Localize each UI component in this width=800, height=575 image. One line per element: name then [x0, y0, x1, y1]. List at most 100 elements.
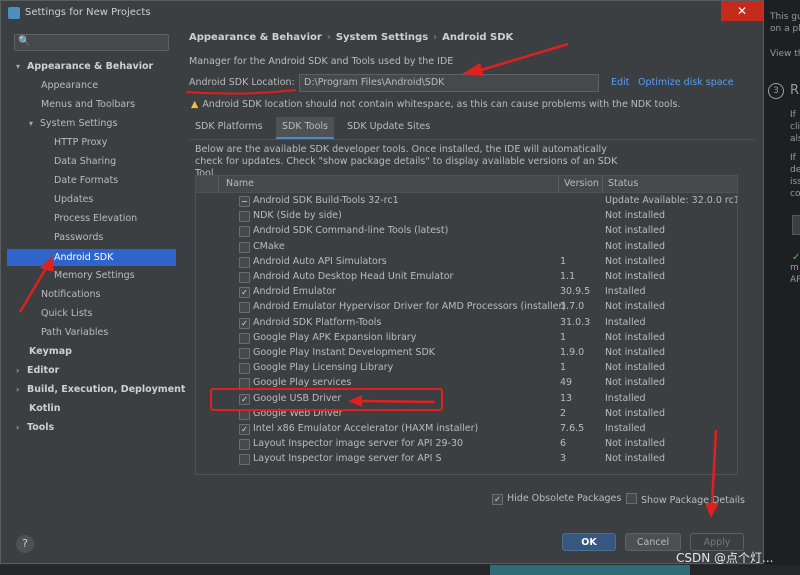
row-version: 1.9.0	[560, 347, 585, 358]
row-checkbox[interactable]	[239, 363, 250, 375]
sidebar-item-updates[interactable]: Updates	[54, 191, 93, 208]
close-button[interactable]: ✕	[721, 1, 763, 21]
checkbox-box: ✓	[492, 494, 503, 505]
table-row[interactable]: Android Auto Desktop Head Unit Emulator 1…	[196, 270, 737, 285]
row-checkbox[interactable]	[239, 302, 250, 314]
row-version: 3	[560, 453, 567, 465]
sidebar-item-keymap[interactable]: Keymap	[29, 343, 72, 360]
row-name: Google Play Licensing Library	[253, 362, 394, 374]
optimize-disk-space-link[interactable]: Optimize disk space	[638, 77, 734, 88]
row-checkbox[interactable]: ✓	[239, 287, 250, 299]
chevron-down-icon: ▾	[16, 62, 21, 71]
table-row[interactable]: ✓ Android SDK Platform-Tools 31.0.3 Install…	[196, 316, 737, 331]
sidebar-item-build-execution-deployment[interactable]: › Build, Execution, Deployment	[16, 381, 185, 398]
sidebar-item-editor[interactable]: › Editor	[16, 362, 59, 379]
row-status: Not installed	[605, 407, 665, 419]
table-row[interactable]: NDK (Side by side) Not installed	[196, 209, 737, 224]
tab-sdk-tools[interactable]: SDK Tools	[276, 117, 334, 139]
sidebar-item-appearance[interactable]: Appearance	[41, 77, 98, 94]
table-row[interactable]: Android SDK Command-line Tools (latest) N…	[196, 224, 737, 239]
column-divider	[558, 176, 559, 192]
table-row[interactable]: Layout Inspector image server for API S 3…	[196, 452, 737, 467]
sidebar-item-tools[interactable]: › Tools	[16, 419, 54, 436]
whitespace-warning: ▲ Android SDK location should not contain…	[191, 99, 680, 110]
sidebar-item-path-variables[interactable]: Path Variables	[41, 324, 108, 341]
table-row[interactable]: Google Web Driver 2 Not installed	[196, 407, 737, 422]
chevron-right-icon: ›	[16, 385, 20, 394]
app-icon	[8, 7, 20, 19]
row-name: Google Play Instant Development SDK	[253, 347, 435, 358]
row-version: 1	[560, 255, 567, 267]
sidebar-item-notifications[interactable]: Notifications	[41, 286, 100, 303]
column-header-status[interactable]: Status	[608, 178, 638, 189]
sidebar-item-passwords[interactable]: Passwords	[54, 229, 103, 246]
row-checkbox[interactable]	[239, 226, 250, 238]
row-status: Not installed	[605, 362, 665, 374]
table-row[interactable]: CMake Not installed	[196, 240, 737, 255]
search-input[interactable]: 🔍	[14, 34, 169, 51]
row-checkbox[interactable]	[239, 439, 250, 451]
sidebar-item-data-sharing[interactable]: Data Sharing	[54, 153, 116, 170]
sidebar-item-system-settings[interactable]: ▾ System Settings	[29, 115, 117, 132]
breadcrumb-item[interactable]: System Settings	[336, 32, 428, 43]
sidebar-item-kotlin[interactable]: Kotlin	[29, 400, 61, 417]
table-row[interactable]: Google Play services 49 Not installed	[196, 376, 737, 391]
table-row[interactable]: ✓ Intel x86 Emulator Accelerator (HAXM in…	[196, 422, 737, 437]
row-checkbox[interactable]	[239, 211, 250, 223]
sidebar-item-label: Build, Execution, Deployment	[27, 384, 186, 395]
sdk-location-label: Android SDK Location:	[189, 77, 295, 88]
sidebar-item-quick-lists[interactable]: Quick Lists	[41, 305, 92, 322]
row-checkbox[interactable]	[239, 241, 250, 253]
row-version: 13	[560, 392, 573, 404]
show-package-details-checkbox[interactable]: Show Package Details	[626, 493, 745, 506]
row-checkbox[interactable]: ✓	[239, 317, 250, 329]
table-row[interactable]: − Android SDK Build-Tools 32-rc1 Update Av…	[196, 194, 737, 209]
table-row[interactable]: Android Auto API Simulators 1 Not installe…	[196, 255, 737, 270]
tab-divider	[189, 139, 755, 140]
table-header: Name Version Status	[196, 176, 737, 193]
bg-text: R	[790, 83, 800, 98]
sidebar-item-appearance-behavior[interactable]: ▾ Appearance & Behavior	[16, 58, 153, 75]
sidebar-item-process-elevation[interactable]: Process Elevation	[54, 210, 137, 227]
sidebar-item-menus-toolbars[interactable]: Menus and Toolbars	[41, 96, 135, 113]
table-row[interactable]: Android Emulator Hypervisor Driver for A…	[196, 300, 737, 315]
tab-sdk-platforms[interactable]: SDK Platforms	[189, 117, 269, 139]
row-version: 6	[560, 438, 567, 450]
tab-sdk-update-sites[interactable]: SDK Update Sites	[341, 117, 436, 139]
table-row[interactable]: Google Play APK Expansion library 1 Not in…	[196, 331, 737, 346]
bg-text: If	[790, 110, 796, 120]
row-status: Installed	[605, 286, 646, 298]
help-button[interactable]: ?	[16, 535, 34, 553]
ok-button[interactable]: OK	[562, 533, 616, 551]
sidebar-item-http-proxy[interactable]: HTTP Proxy	[54, 134, 107, 151]
column-header-name[interactable]: Name	[226, 178, 254, 189]
row-checkbox[interactable]	[239, 408, 250, 420]
cancel-button[interactable]: Cancel	[625, 533, 681, 551]
row-checkbox[interactable]: ✓	[239, 393, 250, 405]
sidebar-item-android-sdk[interactable]: Android SDK	[7, 249, 176, 266]
row-checkbox[interactable]	[239, 454, 250, 466]
table-row[interactable]: Layout Inspector image server for API 29…	[196, 437, 737, 452]
row-checkbox[interactable]	[239, 332, 250, 344]
row-checkbox[interactable]	[239, 378, 250, 390]
table-row[interactable]: ✓ Android Emulator 30.9.5 Installed	[196, 285, 737, 300]
sidebar-item-memory-settings[interactable]: Memory Settings	[54, 267, 135, 284]
sidebar-item-date-formats[interactable]: Date Formats	[54, 172, 118, 189]
sidebar-item-label: Editor	[27, 365, 60, 376]
row-checkbox[interactable]: −	[239, 196, 250, 207]
hide-obsolete-checkbox[interactable]: ✓ Hide Obsolete Packages	[492, 493, 621, 505]
table-row[interactable]: ✓ Google USB Driver 13 Installed	[196, 392, 737, 407]
row-checkbox[interactable]	[239, 256, 250, 268]
row-checkbox[interactable]	[239, 348, 250, 359]
table-row[interactable]: Google Play Licensing Library 1 Not instal…	[196, 361, 737, 376]
row-checkbox[interactable]	[239, 272, 250, 283]
breadcrumb-item[interactable]: Appearance & Behavior	[189, 32, 322, 43]
row-name: Google Play services	[253, 377, 352, 389]
edit-link[interactable]: Edit	[611, 77, 629, 88]
row-checkbox[interactable]: ✓	[239, 424, 250, 435]
sdk-location-field[interactable]: D:\Program Files\Android\SDK	[299, 74, 599, 92]
table-row[interactable]: Google Play Instant Development SDK 1.9.0…	[196, 346, 737, 361]
breadcrumb-item: Android SDK	[442, 32, 514, 43]
column-header-version[interactable]: Version	[564, 178, 599, 189]
bg-text: View th	[770, 49, 800, 59]
